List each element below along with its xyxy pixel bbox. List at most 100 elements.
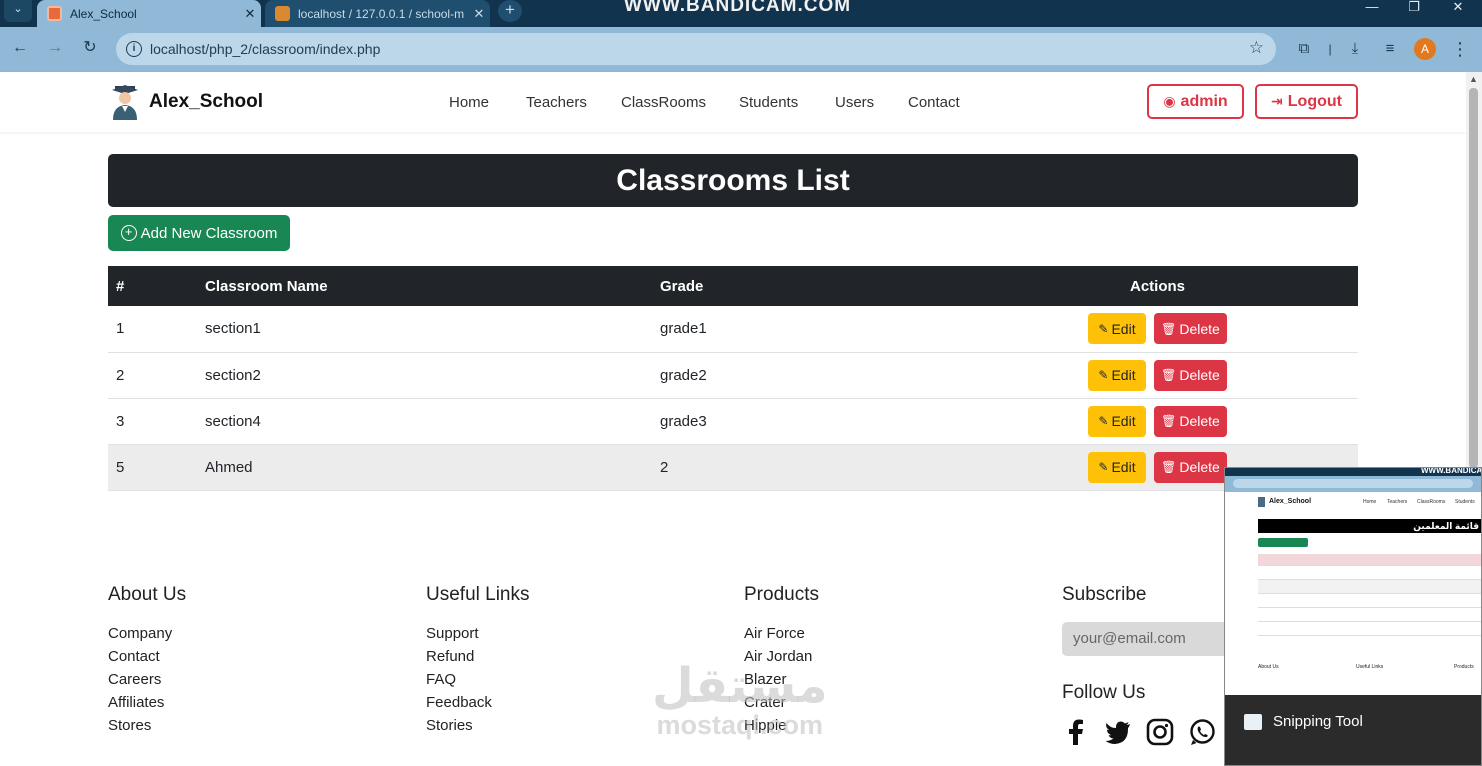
bookmark-star-icon[interactable]: ☆	[1249, 38, 1264, 58]
nav-students[interactable]: Students	[739, 94, 798, 111]
footer-link[interactable]: Support	[426, 622, 530, 645]
plus-circle-icon: +	[120, 225, 137, 241]
add-classroom-label: Add New Classroom	[140, 224, 278, 242]
facebook-icon[interactable]	[1062, 718, 1090, 746]
minimize-button[interactable]: —	[1352, 0, 1392, 18]
restore-button[interactable]: ❐	[1394, 0, 1434, 18]
preview-browser-chrome: WWW.BANDICAM.CO	[1225, 468, 1481, 492]
cell-id: 3	[108, 398, 197, 445]
preview-nav-item: Teachers	[1387, 499, 1408, 505]
preview-address-bar	[1233, 479, 1473, 488]
scroll-up-arrow-icon[interactable]: ▲	[1469, 74, 1478, 84]
whatsapp-icon[interactable]	[1188, 718, 1216, 746]
close-window-button[interactable]: ✕	[1438, 0, 1478, 18]
trash-icon: 🗑	[1161, 321, 1177, 336]
table-row: 2 section2 grade2 ✎ Edit 🗑 Delete	[108, 352, 1358, 399]
profile-avatar[interactable]: A	[1414, 38, 1436, 60]
nav-home[interactable]: Home	[449, 94, 489, 111]
tab-search-button[interactable]: ⌄	[4, 0, 32, 22]
download-icon[interactable]: ⤓	[1343, 37, 1367, 61]
follow-us-heading: Follow Us	[1062, 682, 1146, 703]
delete-button[interactable]: 🗑 Delete	[1154, 405, 1227, 437]
edit-label: Edit	[1111, 459, 1136, 475]
edit-icon: ✎	[1098, 414, 1109, 428]
edit-button[interactable]: ✎ Edit	[1088, 359, 1146, 391]
admin-label: admin	[1180, 92, 1228, 110]
footer-link[interactable]: FAQ	[426, 668, 530, 691]
mostaql-watermark: مستقل mostaql.com	[652, 662, 828, 739]
site-info-icon[interactable]: i	[126, 41, 142, 57]
preview-footer-heading: About Us	[1258, 664, 1279, 670]
edit-button[interactable]: ✎ Edit	[1088, 405, 1146, 437]
col-id: #	[108, 266, 197, 306]
delete-label: Delete	[1179, 459, 1220, 475]
edit-button[interactable]: ✎ Edit	[1088, 313, 1146, 345]
footer-heading: Products	[744, 584, 819, 605]
footer-link[interactable]: Careers	[108, 668, 186, 691]
delete-button[interactable]: 🗑 Delete	[1154, 451, 1227, 483]
preview-table-row	[1258, 594, 1481, 608]
edit-icon: ✎	[1098, 460, 1109, 474]
reload-icon[interactable]: ↻	[79, 37, 101, 59]
footer-link[interactable]: Stores	[108, 714, 186, 737]
brand-name: Alex_School	[149, 91, 264, 112]
footer-useful-links: Useful Links Support Refund FAQ Feedback…	[426, 584, 530, 737]
back-icon[interactable]: ←	[9, 37, 31, 59]
footer-link[interactable]: Stories	[426, 714, 530, 737]
footer-link[interactable]: Refund	[426, 645, 530, 668]
delete-label: Delete	[1179, 320, 1220, 337]
bandicam-watermark: WWW.BANDICAM.COM	[624, 0, 852, 16]
table-row: 1 section1 grade1 ✎ Edit 🗑 Delete	[108, 306, 1358, 353]
preview-nav-item: Home	[1363, 499, 1377, 505]
edit-icon: ✎	[1098, 321, 1109, 336]
footer-link[interactable]: Contact	[108, 645, 186, 668]
footer-heading: Useful Links	[426, 584, 530, 605]
delete-button[interactable]: 🗑 Delete	[1154, 313, 1227, 345]
nav-contact[interactable]: Contact	[908, 94, 960, 111]
nav-classrooms[interactable]: ClassRooms	[621, 94, 706, 111]
edit-button[interactable]: ✎ Edit	[1088, 451, 1146, 483]
footer-link[interactable]: Air Force	[744, 622, 819, 645]
col-actions: Actions	[957, 266, 1358, 306]
footer-heading: About Us	[108, 584, 187, 605]
snipping-tool-notification[interactable]: Snipping Tool	[1225, 695, 1481, 765]
twitter-icon[interactable]	[1104, 718, 1132, 746]
browser-tab-inactive[interactable]: localhost / 127.0.0.1 / school-m ✕	[265, 0, 490, 27]
cell-id: 1	[108, 306, 197, 353]
url-text[interactable]: localhost/php_2/classroom/index.php	[150, 41, 380, 57]
address-bar[interactable]: i localhost/php_2/classroom/index.php ☆	[116, 33, 1276, 65]
footer-link[interactable]: Company	[108, 622, 186, 645]
cell-id: 2	[108, 352, 197, 399]
close-tab-icon[interactable]: ✕	[239, 6, 261, 22]
close-tab-icon[interactable]: ✕	[468, 6, 490, 22]
preview-table	[1258, 554, 1481, 636]
new-tab-button[interactable]: +	[498, 0, 522, 22]
footer-about: About Us Company Contact Careers Affilia…	[108, 584, 186, 737]
preview-table-row	[1258, 608, 1481, 622]
snipping-preview-overlay[interactable]: WWW.BANDICAM.CO Alex_School Home Teacher…	[1224, 467, 1482, 766]
scrollbar-thumb[interactable]	[1469, 88, 1478, 468]
add-classroom-button[interactable]: + Add New Classroom	[108, 215, 290, 251]
instagram-icon[interactable]	[1146, 718, 1174, 746]
cell-actions: ✎ Edit 🗑 Delete	[957, 352, 1358, 399]
browser-menu-icon[interactable]: ⋮	[1448, 37, 1472, 61]
edit-icon: ✎	[1098, 368, 1109, 382]
toolbar-divider: |	[1328, 42, 1332, 56]
forward-icon[interactable]: →	[44, 37, 66, 59]
extensions-icon[interactable]: ⧉	[1292, 37, 1316, 61]
brand-link[interactable]: Alex_School	[110, 84, 263, 120]
logout-button[interactable]: ⇥ Logout	[1255, 84, 1358, 119]
cell-name: Ahmed	[197, 444, 652, 491]
nav-teachers[interactable]: Teachers	[526, 94, 587, 111]
cell-actions: ✎ Edit 🗑 Delete	[957, 398, 1358, 445]
snipping-tool-icon	[1244, 714, 1262, 730]
delete-button[interactable]: 🗑 Delete	[1154, 359, 1227, 391]
nav-users[interactable]: Users	[835, 94, 874, 111]
edit-label: Edit	[1111, 320, 1136, 337]
browser-tab-active[interactable]: Alex_School ✕	[37, 0, 261, 27]
subscribe-email-input[interactable]: your@email.com	[1062, 622, 1232, 656]
media-control-icon[interactable]: ≡	[1378, 37, 1402, 61]
footer-link[interactable]: Affiliates	[108, 691, 186, 714]
admin-button[interactable]: ◉ admin	[1147, 84, 1244, 119]
footer-link[interactable]: Feedback	[426, 691, 530, 714]
